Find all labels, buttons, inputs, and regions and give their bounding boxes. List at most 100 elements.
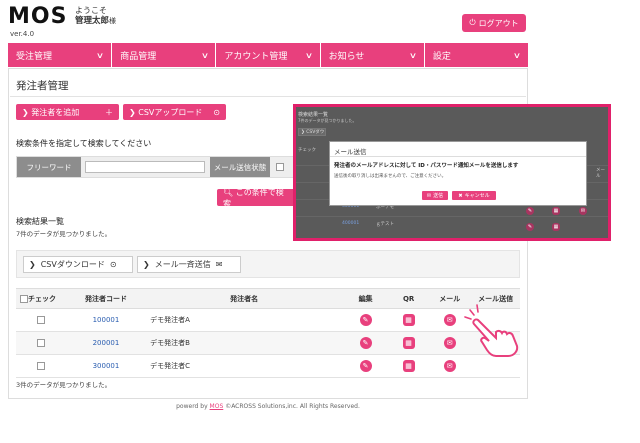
chevron-down-icon: ∨: [512, 50, 522, 60]
table-row: 300001 デモ発注者C ✎ ▦ ✉: [16, 354, 520, 378]
footer-brand-link[interactable]: MOS: [210, 403, 224, 410]
mail-icon[interactable]: ✉: [443, 337, 456, 349]
inset-csv-label: CSVダウ: [306, 130, 325, 135]
edit-icon[interactable]: ✎: [359, 337, 372, 349]
qr-icon: ▦: [552, 223, 560, 231]
welcome-text: ようこそ: [75, 6, 107, 15]
qr-icon: ▦: [552, 207, 560, 215]
chevron-right-icon: ❯: [29, 260, 36, 269]
nav-item-products[interactable]: 商品管理 ∨: [112, 43, 217, 67]
logout-label: ログアウト: [478, 18, 519, 28]
col-qr: QR: [389, 288, 429, 309]
close-icon: ✖: [458, 192, 463, 199]
plus-icon: ＋: [105, 107, 113, 117]
chevron-down-icon: ∨: [408, 50, 417, 60]
chevron-down-icon: ∨: [96, 50, 105, 60]
footer: powerd by MOS ©ACROSS Solutions,inc. All…: [0, 403, 536, 410]
orderer-code-link[interactable]: 300001: [93, 362, 120, 370]
csv-download-label: CSVダウンロード: [40, 260, 105, 269]
bottom-count: 3件のデータが見つかりました。: [16, 381, 112, 389]
mail-icon[interactable]: ✉: [443, 360, 456, 372]
inset-count: 7件のデータが見つかりました。: [298, 118, 357, 123]
nav-label: 設定: [432, 51, 451, 62]
chevron-right-icon: ❯: [129, 107, 139, 117]
table-header-row: チェック 発注者コード 発注者名 編集 QR メール メール送信: [16, 288, 520, 309]
chevron-right-icon: ❯: [143, 260, 150, 269]
inset-name: ｇテスト: [376, 222, 394, 227]
mail-icon[interactable]: ✉: [443, 314, 456, 326]
col-code: 発注者コード: [65, 288, 147, 309]
row-checkbox[interactable]: [36, 316, 45, 324]
row-checkbox[interactable]: [36, 339, 45, 347]
envelope-icon: ✉: [426, 192, 432, 199]
freeword-input[interactable]: [85, 161, 205, 173]
inset-mail-label: メール: [596, 168, 605, 179]
mail-status-checkbox[interactable]: [276, 163, 284, 171]
qr-icon[interactable]: ▦: [402, 360, 415, 372]
nav-item-settings[interactable]: 設定 ∨: [424, 43, 529, 67]
nav-item-orders[interactable]: 受注管理 ∨: [8, 43, 113, 67]
row-checkbox[interactable]: [36, 362, 45, 370]
freeword-label: フリーワード: [17, 157, 81, 177]
version-label: ver.4.0: [10, 30, 35, 38]
orderer-name: デモ発注者B: [146, 331, 343, 355]
csv-upload-label: CSVアップロード: [138, 107, 203, 117]
honorific: 様: [109, 17, 117, 25]
user-name: 管理太郎: [75, 16, 110, 26]
chevron-down-icon: ∨: [304, 50, 313, 60]
dialog-message: 発注者のメールアドレスに対して ID・パスワード通知メールを送信します: [334, 163, 519, 169]
col-name: 発注者名: [146, 288, 343, 309]
table-row: 200001 デモ発注者B ✎ ▦ ✉: [16, 331, 520, 355]
nav-item-notices[interactable]: お知らせ ∨: [320, 43, 425, 67]
qr-icon[interactable]: ▦: [402, 314, 415, 326]
inset-code: 400001: [342, 221, 360, 226]
mail-icon: ✉: [579, 207, 587, 215]
footer-copyright: ©ACROSS Solutions,inc. All Rights Reserv…: [225, 403, 360, 410]
divider: [10, 96, 526, 97]
main-nav: 受注管理 ∨ 商品管理 ∨ アカウント管理 ∨ お知らせ ∨ 設定 ∨: [8, 43, 529, 67]
bulk-mail-button[interactable]: ❯ メール一斉送信 ✉: [137, 256, 241, 273]
csv-download-button[interactable]: ❯ CSVダウンロード ⊙: [23, 256, 133, 273]
footer-prefix: powerd by: [176, 403, 208, 410]
send-label: 送信: [433, 193, 444, 199]
nav-label: アカウント管理: [224, 51, 288, 62]
search-icon: 🔍︎: [223, 187, 236, 197]
col-edit: 編集: [342, 288, 390, 309]
dialog-cancel-button[interactable]: ✖ キャンセル: [452, 191, 496, 200]
qr-icon[interactable]: ▦: [402, 337, 415, 349]
results-heading: 検索結果一覧: [16, 217, 64, 226]
nav-item-accounts[interactable]: アカウント管理 ∨: [216, 43, 321, 67]
power-icon: ⏻: [469, 18, 476, 27]
edit-icon[interactable]: ✎: [359, 360, 372, 372]
bulk-mail-label: メール一斉送信: [154, 260, 211, 269]
nav-label: 受注管理: [16, 51, 53, 62]
table-row: 100001 デモ発注者A ✎ ▦ ✉: [16, 308, 520, 332]
add-orderer-button[interactable]: ❯ 発注者を追加 ＋: [16, 104, 119, 120]
envelope-icon: ✉: [215, 260, 223, 269]
edit-icon: ✎: [526, 223, 534, 231]
orderer-code-link[interactable]: 100001: [93, 316, 120, 324]
edit-icon: ✎: [526, 207, 534, 215]
mail-status-label: メール送信状態: [210, 157, 270, 177]
logo: MOS: [8, 4, 68, 29]
logout-button[interactable]: ⏻ ログアウト: [462, 14, 526, 32]
dialog-divider: [330, 156, 586, 157]
search-heading: 検索条件を指定して検索してください: [16, 139, 152, 148]
circle-arrow-icon: ⊙: [213, 107, 220, 117]
col-check: チェック: [16, 288, 66, 309]
chevron-down-icon: ∨: [200, 50, 209, 60]
results-table: チェック 発注者コード 発注者名 編集 QR メール メール送信 100001 …: [16, 288, 520, 378]
welcome-block: ようこそ 管理太郎様: [75, 6, 116, 26]
inset-csv-button: ❯ CSVダウ: [298, 128, 326, 136]
cancel-label: キャンセル: [464, 193, 490, 199]
mail-send-dialog: メール送信 発注者のメールアドレスに対して ID・パスワード通知メールを送信しま…: [329, 141, 587, 206]
chevron-right-icon: ❯: [22, 107, 32, 117]
search-button[interactable]: 🔍︎ この条件で検索: [217, 187, 297, 208]
edit-icon[interactable]: ✎: [359, 314, 372, 326]
inset-check-label: チェック: [298, 148, 316, 153]
orderer-code-link[interactable]: 200001: [93, 339, 120, 347]
add-button-label: 発注者を追加: [31, 107, 80, 117]
csv-upload-button[interactable]: ❯ CSVアップロード ⊙: [123, 104, 226, 120]
select-all-checkbox[interactable]: [20, 294, 28, 303]
dialog-send-button[interactable]: ✉ 送信: [422, 191, 448, 200]
